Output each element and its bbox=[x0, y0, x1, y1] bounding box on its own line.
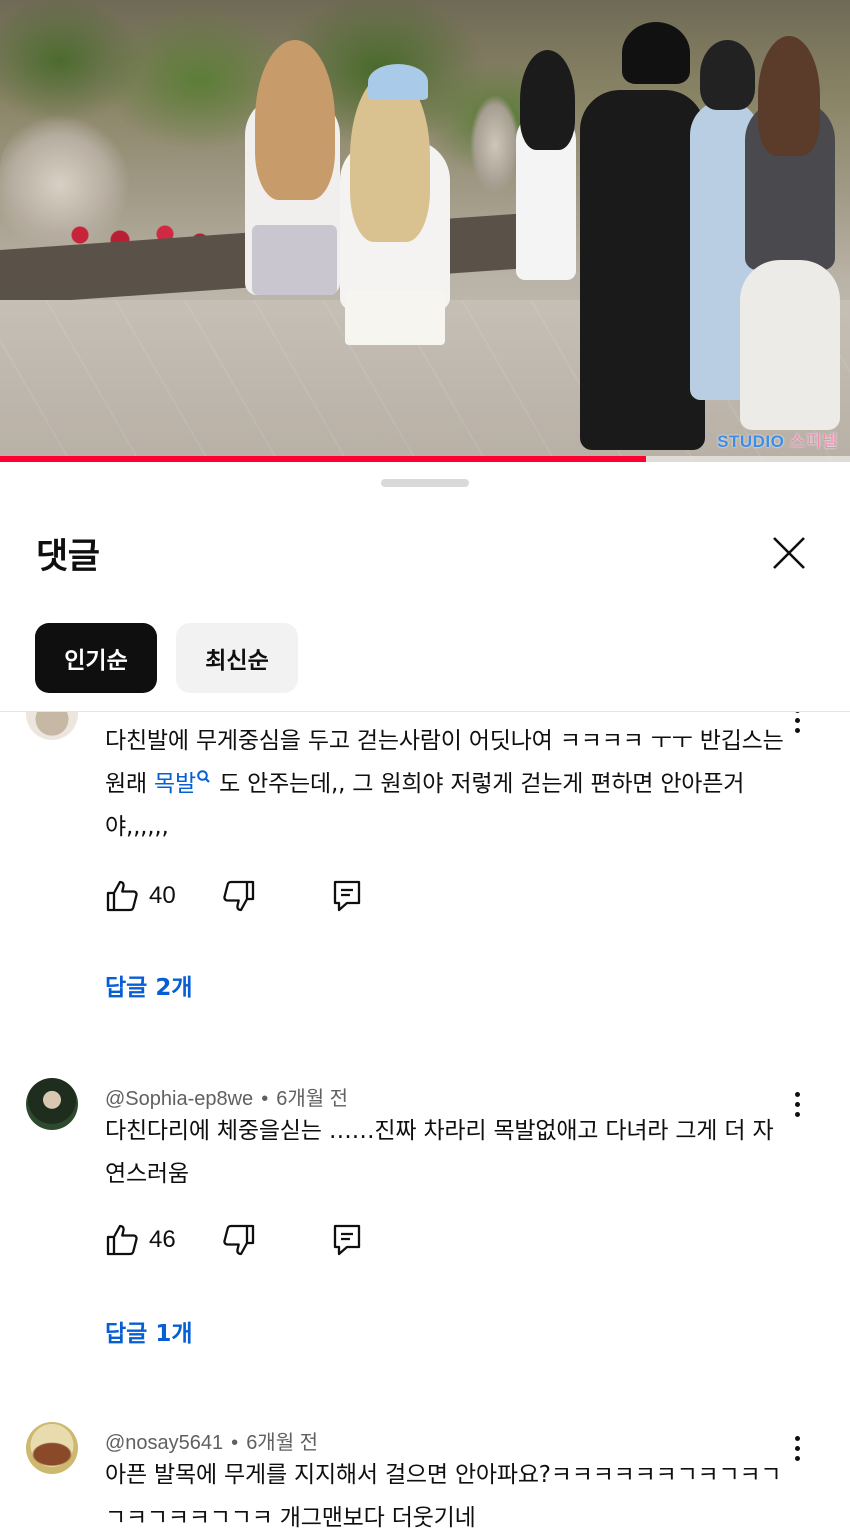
more-vert-icon bbox=[794, 1435, 800, 1441]
reply-icon bbox=[333, 880, 360, 912]
reply-icon bbox=[333, 1224, 360, 1256]
dislike-icon bbox=[223, 880, 254, 912]
comment-age: 6개월 전 bbox=[246, 1432, 319, 1454]
video-player[interactable]: STUDIO 스피넬 bbox=[0, 0, 850, 462]
sort-chips: 인기순 최신순 bbox=[35, 623, 298, 693]
comment-meta: @nosay5641 • 6개월 전 bbox=[105, 1432, 319, 1454]
comment-author[interactable]: @Sophia-ep8we bbox=[105, 1088, 253, 1110]
more-vert-icon bbox=[794, 1091, 800, 1097]
avatar[interactable] bbox=[26, 1078, 78, 1130]
comment-text: 다친다리에 체중을싣는 ……진짜 차라리 목발없애고 다녀라 그게 더 자연스러… bbox=[105, 1118, 774, 1187]
dislike-icon bbox=[223, 1224, 254, 1256]
like-count: 46 bbox=[149, 1226, 176, 1253]
comment-age: 6개월 전 bbox=[276, 1088, 349, 1110]
search-link-icon bbox=[197, 770, 210, 783]
comment-text: 다친발에 무게중심을 두고 걷는사람이 어딧나여 ㅋㅋㅋㅋ ㅜㅜ 반깁스는 원래… bbox=[105, 728, 784, 840]
more-vert-icon bbox=[794, 712, 800, 713]
drag-handle[interactable] bbox=[381, 479, 469, 487]
like-button[interactable]: 46 bbox=[105, 1223, 176, 1257]
reply-button[interactable] bbox=[332, 879, 362, 913]
person-figure-dark bbox=[580, 90, 705, 450]
comment-actions: 40 bbox=[105, 876, 362, 916]
person-cap bbox=[368, 64, 428, 100]
sheet-title: 댓글 bbox=[36, 537, 100, 577]
person-hat bbox=[622, 22, 690, 84]
dislike-button[interactable] bbox=[222, 1223, 256, 1257]
close-button[interactable] bbox=[764, 528, 814, 578]
comments-sheet: 댓글 인기순 최신순 다친발에 무게중심을 두고 걷는사람이 어딧나여 ㅋㅋㅋㅋ… bbox=[0, 462, 850, 1528]
background-statue-small bbox=[470, 95, 520, 195]
like-icon bbox=[106, 1224, 138, 1256]
search-link[interactable]: 목발 bbox=[154, 770, 212, 797]
like-count: 40 bbox=[149, 882, 176, 909]
person-hair bbox=[520, 50, 575, 150]
more-options-button[interactable] bbox=[782, 1084, 812, 1124]
view-replies-link[interactable]: 답글 2개 bbox=[105, 968, 193, 1002]
avatar[interactable] bbox=[26, 712, 78, 740]
person-hair bbox=[700, 40, 755, 110]
person-skirt bbox=[345, 290, 445, 345]
person-hair bbox=[255, 40, 335, 200]
person-figure-pants bbox=[740, 260, 840, 430]
comment-text: 아픈 발목에 무게를 지지해서 걸으면 안아파요?ㅋㅋㅋㅋㅋㅋㄱㅋㄱㅋㄱㄱㅋㄱㅋ… bbox=[105, 1462, 782, 1528]
comment-author[interactable]: @nosay5641 bbox=[105, 1432, 223, 1454]
comment-list[interactable]: 다친발에 무게중심을 두고 걷는사람이 어딧나여 ㅋㅋㅋㅋ ㅜㅜ 반깁스는 원래… bbox=[0, 712, 850, 1528]
view-replies-link[interactable]: 답글 1개 bbox=[105, 1314, 193, 1348]
sort-chip-newest[interactable]: 최신순 bbox=[176, 623, 298, 693]
video-watermark: STUDIO 스피넬 bbox=[717, 432, 838, 451]
like-button[interactable]: 40 bbox=[105, 879, 176, 913]
dislike-button[interactable] bbox=[222, 879, 256, 913]
comment-meta: @Sophia-ep8we • 6개월 전 bbox=[105, 1088, 349, 1110]
person-skirt bbox=[252, 225, 337, 295]
person-hair bbox=[758, 36, 820, 156]
more-options-button[interactable] bbox=[782, 712, 812, 740]
comment-actions: 46 bbox=[105, 1220, 362, 1260]
close-icon bbox=[773, 537, 805, 569]
reply-button[interactable] bbox=[332, 1223, 362, 1257]
avatar[interactable] bbox=[26, 1422, 78, 1474]
like-icon bbox=[106, 880, 138, 912]
sort-chip-popular[interactable]: 인기순 bbox=[35, 623, 157, 693]
more-options-button[interactable] bbox=[782, 1428, 812, 1468]
